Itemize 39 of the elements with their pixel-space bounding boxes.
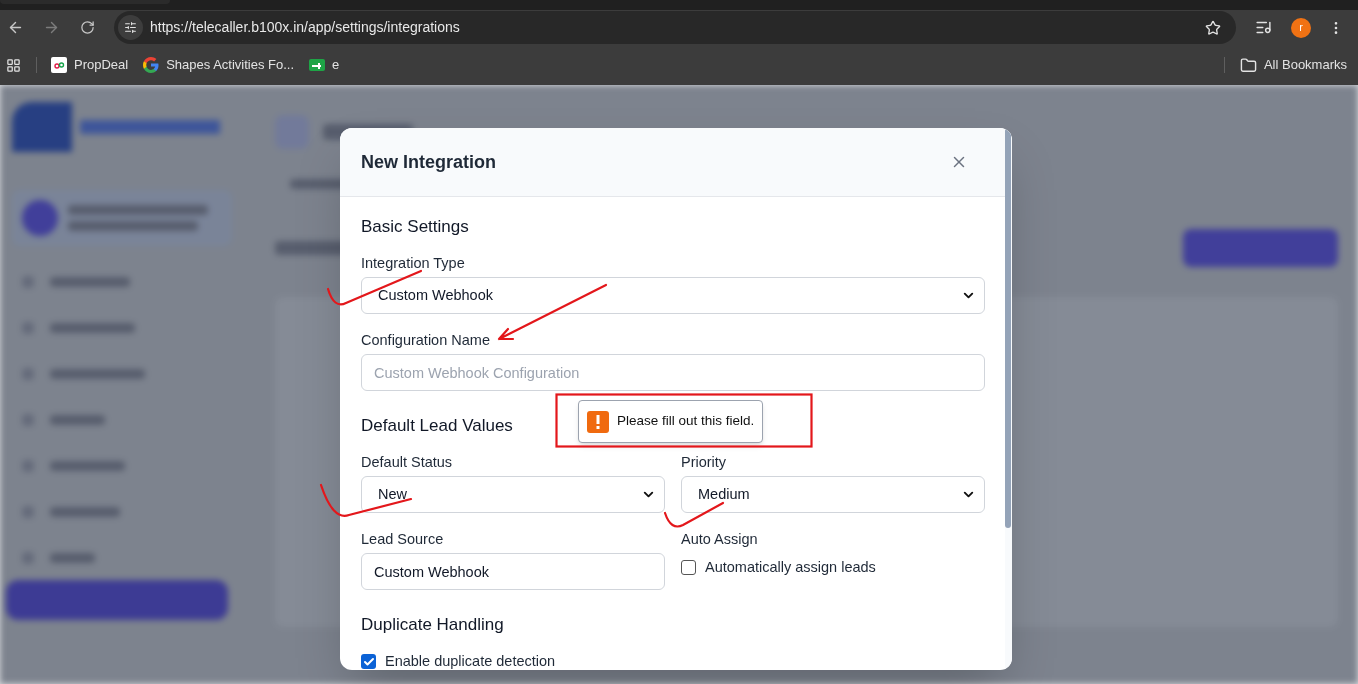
annotation-check-mark xyxy=(663,501,725,531)
checkbox[interactable] xyxy=(681,560,696,576)
field-label: Auto Assign xyxy=(681,530,758,549)
modal-title: New Integration xyxy=(361,150,496,174)
google-g-icon xyxy=(143,57,160,73)
checkbox-option[interactable]: Automatically assign leads xyxy=(681,557,876,579)
text-field[interactable]: Custom Webhook xyxy=(361,553,665,590)
field-label: Default Status xyxy=(361,453,453,472)
section-heading: Default Lead Values xyxy=(361,415,513,437)
back-icon[interactable] xyxy=(7,19,24,36)
address-bar[interactable]: https://telecaller.b100x.in/app/settings/integrations xyxy=(114,11,1236,44)
checkbox-option[interactable]: Enable duplicate detection xyxy=(361,651,556,670)
reload-icon[interactable] xyxy=(80,20,95,35)
folder-icon xyxy=(1239,56,1257,74)
arrow-icon xyxy=(309,59,326,71)
bookmark-item[interactable]: PropDeal xyxy=(50,55,130,75)
text-field[interactable]: Custom Webhook Configuration xyxy=(361,354,985,391)
field-label: Integration Type xyxy=(361,254,465,273)
media-control-icon[interactable] xyxy=(1255,19,1272,36)
site-favicon xyxy=(51,57,67,73)
field-label: Lead Source xyxy=(361,530,444,549)
select-field[interactable]: Medium xyxy=(681,476,985,513)
field-label: Configuration Name xyxy=(361,331,490,350)
all-bookmarks-button[interactable]: All Bookmarks xyxy=(1239,55,1347,75)
field-label: Priority xyxy=(681,453,727,472)
site-settings-icon[interactable] xyxy=(118,15,143,40)
bookmark-item[interactable]: e xyxy=(308,55,341,75)
url-text: https://telecaller.b100x.in/app/settings/integrations xyxy=(150,18,460,37)
section-heading: Duplicate Handling xyxy=(361,614,504,636)
section-heading: Basic Settings xyxy=(361,216,469,238)
checkbox[interactable] xyxy=(361,654,376,670)
select-field[interactable]: Custom Webhook xyxy=(361,277,985,314)
warning-icon xyxy=(587,410,609,433)
bookmark-item[interactable]: Shapes Activities Fo... xyxy=(142,55,296,75)
tooltip-message: Please fill out this field. xyxy=(617,412,755,431)
select-field[interactable]: New xyxy=(361,476,665,513)
bookmark-star-icon[interactable] xyxy=(1205,19,1221,36)
apps-icon[interactable] xyxy=(6,57,21,73)
forward-icon[interactable] xyxy=(43,19,60,36)
